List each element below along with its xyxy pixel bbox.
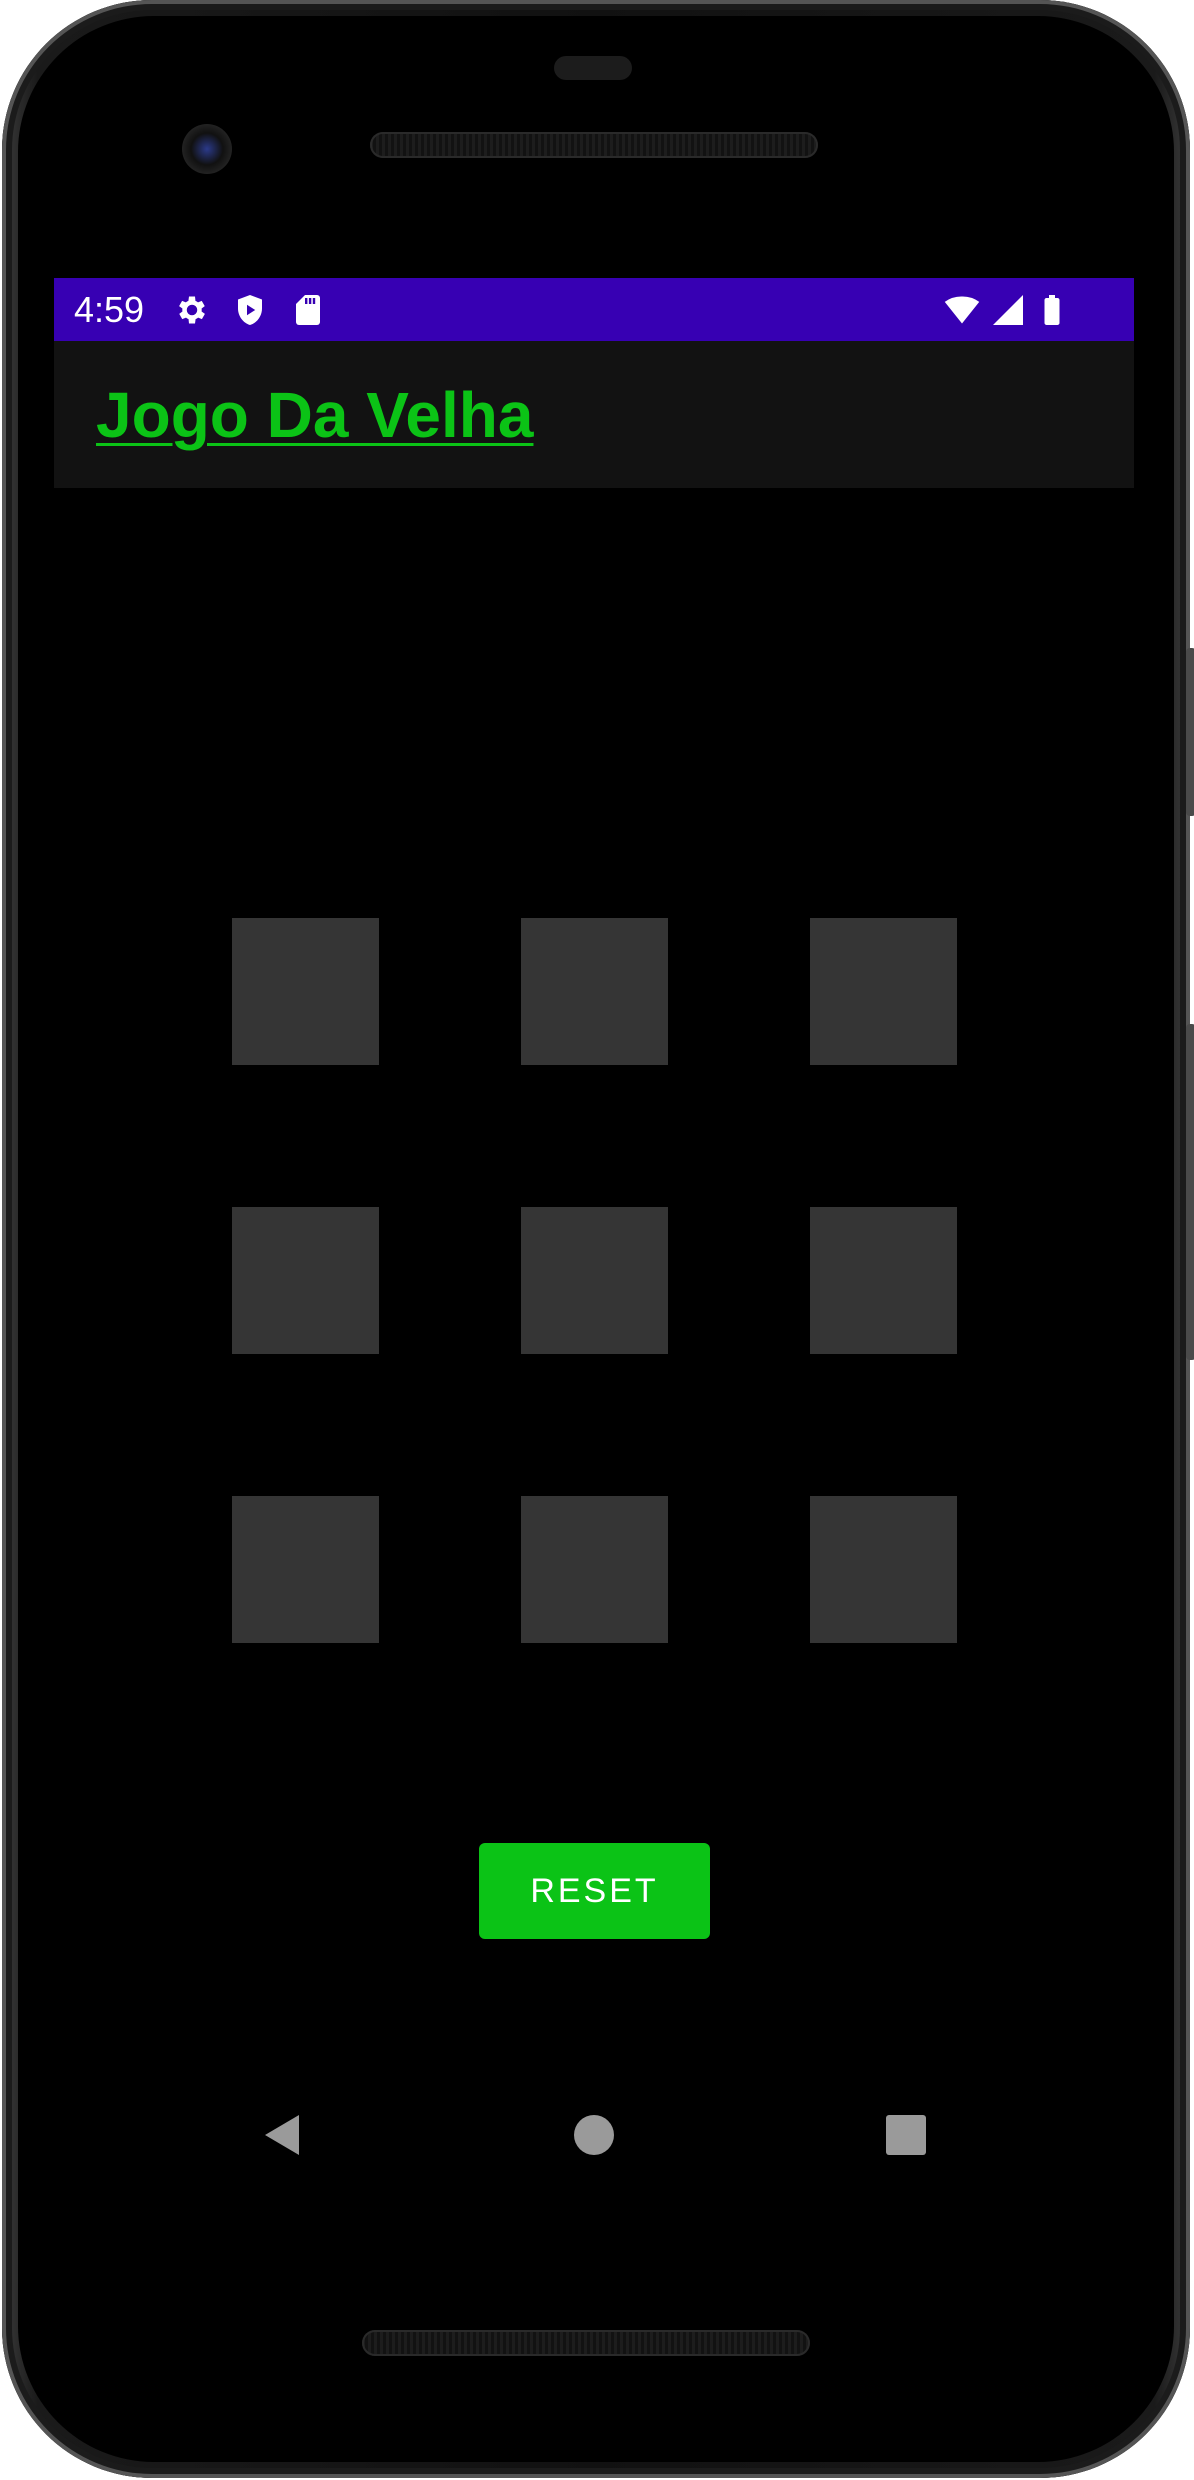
volume-rocker [1186, 1024, 1194, 1360]
shield-icon [238, 295, 262, 325]
board-cell-9[interactable] [810, 1496, 957, 1643]
board-cell-3[interactable] [810, 918, 957, 1065]
home-button[interactable] [564, 2105, 624, 2165]
app-title: Jogo Da Velha [96, 379, 534, 451]
board-cell-6[interactable] [810, 1207, 957, 1354]
recents-button[interactable] [876, 2105, 936, 2165]
navigation-bar [54, 2072, 1134, 2198]
board-cell-1[interactable] [232, 918, 379, 1065]
power-button [1186, 648, 1194, 816]
recents-icon [886, 2115, 926, 2155]
wifi-icon [944, 296, 980, 324]
top-speaker-grille [370, 132, 818, 158]
status-time: 4:59 [74, 289, 145, 330]
reset-button[interactable]: RESET [479, 1843, 710, 1939]
board-cell-4[interactable] [232, 1207, 379, 1354]
battery-icon [1044, 295, 1060, 325]
board-cell-8[interactable] [521, 1496, 668, 1643]
bottom-speaker-grille [362, 2330, 810, 2356]
board-cell-5[interactable] [521, 1207, 668, 1354]
sd-card-icon [296, 295, 320, 325]
front-camera [182, 124, 232, 174]
back-button[interactable] [252, 2105, 312, 2165]
home-icon [574, 2115, 614, 2155]
device-screen: 4:59 Jogo Da Velha RESET [54, 278, 1134, 2198]
phone-frame: 4:59 Jogo Da Velha RESET [2, 0, 1194, 2478]
status-bar: 4:59 [54, 278, 1134, 341]
back-icon [265, 2115, 299, 2155]
app-bar: Jogo Da Velha [54, 341, 1134, 488]
signal-icon [993, 295, 1023, 325]
proximity-sensor [554, 56, 632, 80]
board-cell-2[interactable] [521, 918, 668, 1065]
board-cell-7[interactable] [232, 1496, 379, 1643]
game-board [232, 918, 957, 1643]
gear-icon [179, 296, 205, 324]
